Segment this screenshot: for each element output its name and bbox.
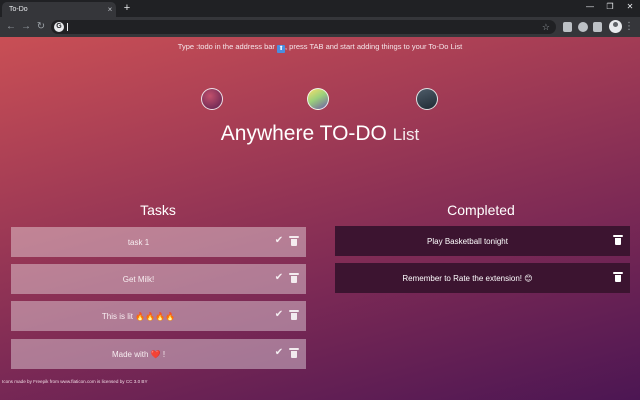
tab-title: To-Do <box>9 6 28 13</box>
google-icon: G <box>54 22 64 32</box>
todo-page: Type :todo in the address bar ⬆, press T… <box>0 37 640 400</box>
app-title-main: Anywhere TO-DO <box>220 122 387 145</box>
usage-hint: Type :todo in the address bar ⬆, press T… <box>0 42 640 53</box>
tab-close-icon[interactable]: × <box>104 5 116 14</box>
trash-icon[interactable] <box>289 236 299 246</box>
new-tab-button[interactable]: + <box>121 2 133 15</box>
check-icon[interactable]: ✔ <box>274 272 284 284</box>
minimize-icon[interactable]: — <box>580 0 600 14</box>
browser-toolbar: ← → ↻ G ☆ ⋮ <box>0 17 640 37</box>
completed-text: Remember to Rate the extension! 😊 <box>402 273 533 283</box>
tab-todo[interactable]: To-Do × <box>2 2 116 17</box>
completed-item[interactable]: Play Basketball tonight <box>335 226 630 256</box>
window-controls: — ❐ ✕ <box>580 0 640 14</box>
completed-text: Play Basketball tonight <box>427 236 508 246</box>
icon-credits: Icons made by Freepik from www.flaticon.… <box>2 379 148 384</box>
up-arrow-icon: ⬆ <box>277 45 286 53</box>
extension-icon-1[interactable] <box>563 22 572 32</box>
completed-item[interactable]: Remember to Rate the extension! 😊 <box>335 263 630 293</box>
app-title-sub: List <box>392 125 420 144</box>
task-text: Get Milk! <box>122 274 155 284</box>
address-bar[interactable]: G ☆ <box>51 20 556 34</box>
tab-strip: To-Do × + — ❐ ✕ <box>0 0 640 17</box>
task-text: This is lit 🔥🔥🔥🔥 <box>101 311 176 321</box>
tasks-heading: Tasks <box>140 202 176 218</box>
restore-icon[interactable]: ❐ <box>600 0 620 14</box>
close-window-icon[interactable]: ✕ <box>620 0 640 14</box>
profile-avatar-icon[interactable] <box>609 20 622 33</box>
task-item[interactable]: Made with ❤️ ! ✔ <box>11 339 306 369</box>
trash-icon[interactable] <box>289 310 299 320</box>
trash-icon[interactable] <box>289 273 299 283</box>
task-item[interactable]: task 1 ✔ <box>11 227 306 257</box>
check-icon[interactable]: ✔ <box>274 347 284 359</box>
bookmark-star-icon[interactable]: ☆ <box>542 20 550 34</box>
reload-icon[interactable]: ↻ <box>34 20 48 34</box>
task-item[interactable]: This is lit 🔥🔥🔥🔥 ✔ <box>11 301 306 331</box>
trash-icon[interactable] <box>289 348 299 358</box>
check-icon[interactable]: ✔ <box>274 309 284 321</box>
back-icon[interactable]: ← <box>4 20 18 34</box>
puzzle-icon[interactable] <box>578 22 588 32</box>
hint-text-before: Type :todo in the address bar <box>177 42 278 51</box>
forward-icon[interactable]: → <box>19 20 33 34</box>
task-item[interactable]: Get Milk! ✔ <box>11 264 306 294</box>
hint-text-after: , press TAB and start adding things to y… <box>285 42 463 51</box>
menu-icon[interactable]: ⋮ <box>624 20 634 34</box>
task-text: Made with ❤️ ! <box>111 349 166 359</box>
theme-red-button[interactable] <box>201 88 223 110</box>
theme-multicolor-button[interactable] <box>307 88 329 110</box>
text-caret <box>67 23 68 31</box>
extension-icon-2[interactable] <box>593 22 602 32</box>
app-title: Anywhere TO-DO List <box>0 122 640 146</box>
check-icon[interactable]: ✔ <box>274 235 284 247</box>
task-text: task 1 <box>127 237 150 247</box>
trash-icon[interactable] <box>613 235 623 245</box>
theme-dark-button[interactable] <box>416 88 438 110</box>
completed-heading: Completed <box>447 202 515 218</box>
trash-icon[interactable] <box>613 272 623 282</box>
